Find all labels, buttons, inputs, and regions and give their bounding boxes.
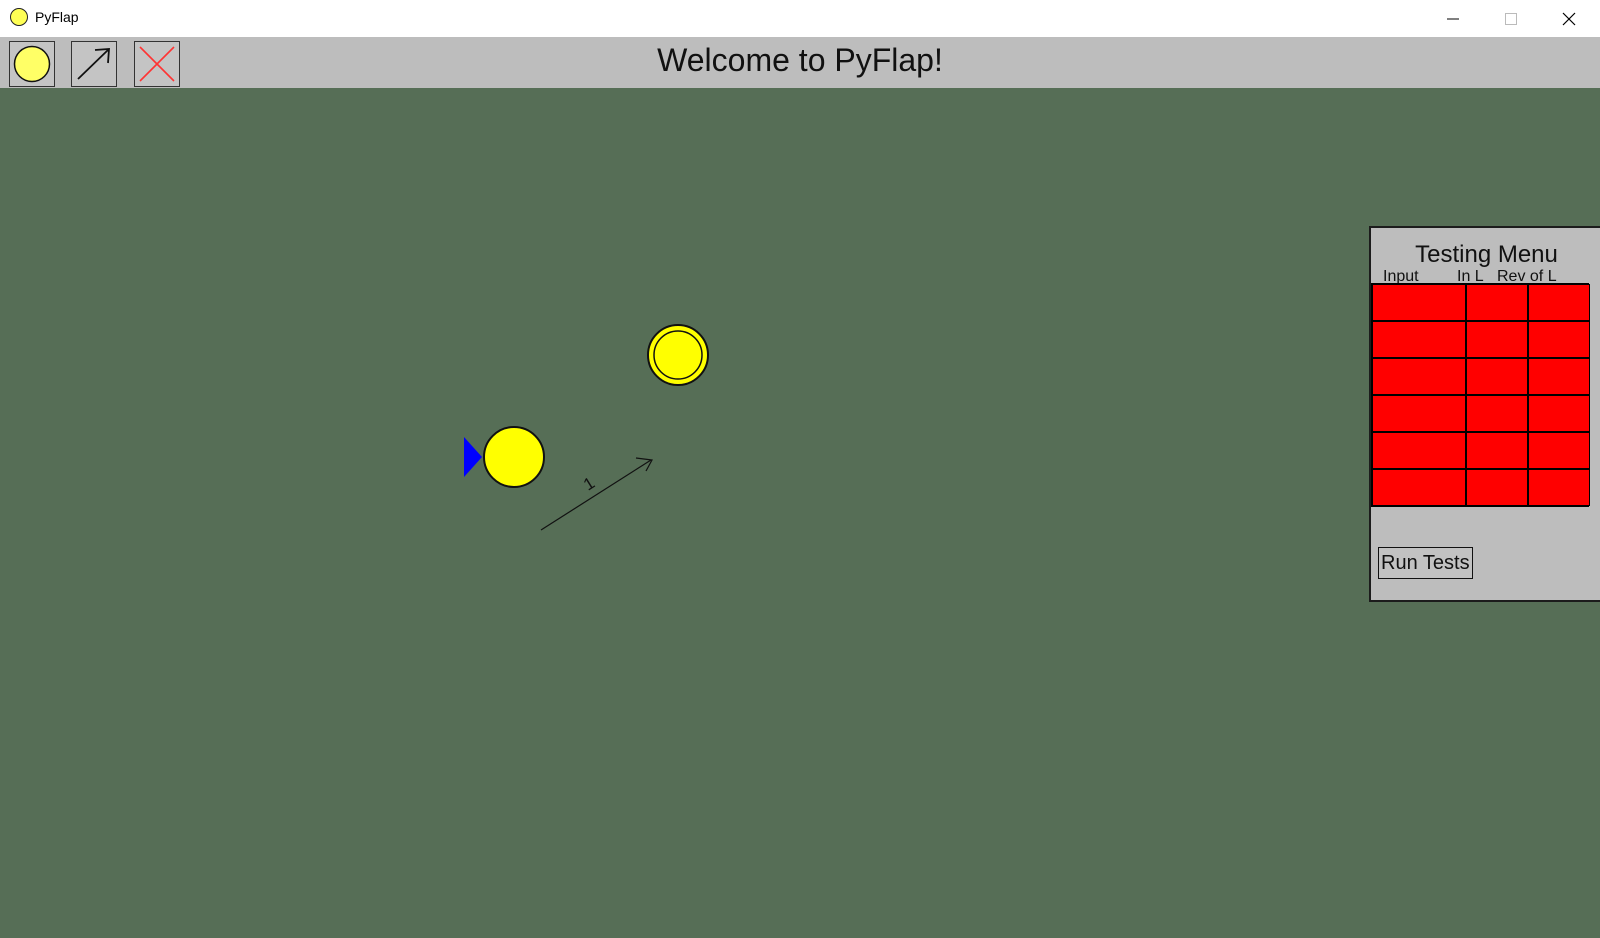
transition-label: 1 [580,473,598,494]
test-rev-cell [1528,469,1590,506]
window-title: PyFlap [35,9,79,25]
test-input-cell[interactable] [1372,358,1466,395]
maximize-icon [1505,12,1517,25]
test-in-l-cell [1466,358,1528,395]
state-q0[interactable] [483,426,545,488]
testing-menu-panel: Testing Menu Input In L Rev of L Run Tes… [1369,226,1600,602]
minimize-icon [1447,18,1459,19]
test-in-l-cell [1466,395,1528,432]
welcome-heading: Welcome to PyFlap! [657,42,943,78]
close-window-button[interactable] [1540,0,1598,37]
test-in-l-cell [1466,321,1528,358]
test-rev-cell [1528,284,1590,321]
test-in-l-cell [1466,469,1528,506]
test-input-cell[interactable] [1372,395,1466,432]
minimize-button[interactable] [1424,0,1482,37]
test-in-l-cell [1466,432,1528,469]
transition-q0-q1[interactable]: 1 [540,457,653,531]
maximize-button[interactable] [1482,0,1540,37]
test-in-l-cell [1466,284,1528,321]
automaton-diagram: 1 [464,324,709,531]
test-rev-cell [1528,321,1590,358]
state-q1[interactable] [647,324,709,386]
title-bar: PyFlap [0,0,1600,37]
test-input-cell[interactable] [1372,432,1466,469]
test-input-cell[interactable] [1372,321,1466,358]
initial-state-marker [464,437,482,477]
test-grid [1371,283,1590,507]
run-tests-button[interactable]: Run Tests [1378,547,1473,579]
test-input-cell[interactable] [1372,469,1466,506]
test-input-cell[interactable] [1372,284,1466,321]
test-rev-cell [1528,432,1590,469]
close-icon [1562,12,1576,25]
test-rev-cell [1528,358,1590,395]
app-icon [10,8,28,26]
automaton-canvas[interactable]: 1 [0,88,1600,938]
test-rev-cell [1528,395,1590,432]
testing-menu-title: Testing Menu [1415,241,1558,268]
